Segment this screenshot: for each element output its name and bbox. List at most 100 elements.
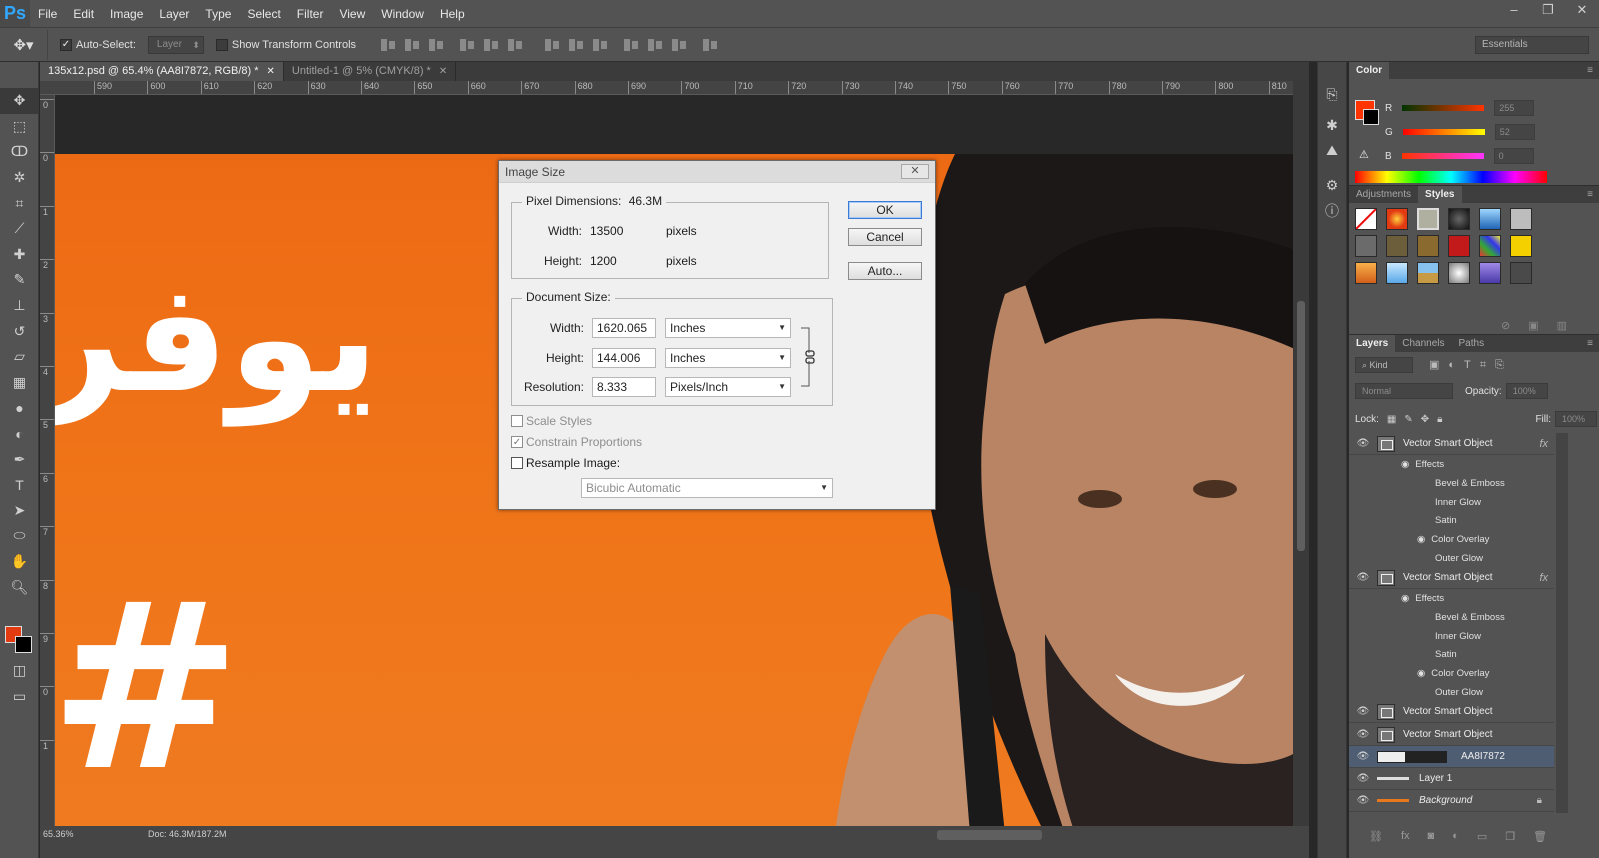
layer-name[interactable]: Vector Smart Object (1403, 729, 1492, 740)
layer-name[interactable]: Vector Smart Object (1403, 706, 1492, 717)
vertical-scrollbar[interactable] (1293, 81, 1309, 826)
move-tool-preset-icon[interactable]: ✥▾ (0, 29, 48, 60)
panel-menu-icon[interactable]: ≡ (1587, 65, 1599, 76)
effect-item[interactable]: Inner Glow (1349, 627, 1554, 646)
crop-tool-icon[interactable]: ⌗ (0, 190, 39, 216)
eye-icon[interactable]: ◉ (1417, 668, 1425, 679)
layer-name[interactable]: Vector Smart Object (1403, 572, 1492, 583)
style-swatch[interactable] (1386, 208, 1408, 230)
effect-item[interactable]: Satin (1349, 645, 1554, 664)
gradient-tool-icon[interactable]: ▦ (0, 370, 39, 396)
visibility-eye-icon[interactable]: 👁︎ (1349, 773, 1377, 784)
resolution-unit-select[interactable]: Pixels/Inch (665, 377, 791, 397)
visibility-eye-icon[interactable]: 👁︎ (1349, 706, 1377, 717)
layer-row[interactable]: 👁︎ Layer 1 (1349, 768, 1554, 790)
fx-icon[interactable]: fx (1539, 438, 1548, 450)
layer-row[interactable]: 👁︎ Background 🔒︎ (1349, 790, 1554, 812)
style-swatch[interactable] (1417, 262, 1439, 284)
tab-channels[interactable]: Channels (1395, 335, 1451, 352)
style-swatch[interactable] (1355, 262, 1377, 284)
distribute-right-icon[interactable] (668, 37, 690, 53)
eye-icon[interactable]: ◉ (1401, 593, 1409, 604)
distribute-top-icon[interactable] (541, 37, 563, 53)
align-top-icon[interactable] (377, 37, 399, 53)
visibility-eye-icon[interactable]: 👁︎ (1349, 795, 1377, 806)
lock-icons[interactable]: ▦✎✥🔒︎ (1387, 414, 1451, 425)
panel-menu-icon[interactable]: ≡ (1587, 189, 1599, 200)
g-slider[interactable] (1402, 129, 1485, 135)
eraser-tool-icon[interactable]: ▱ (0, 344, 39, 370)
style-swatch[interactable] (1417, 208, 1439, 230)
r-slider[interactable] (1402, 105, 1485, 111)
doc-width-input[interactable]: 1620.065 (592, 318, 656, 338)
auto-align-icon[interactable] (699, 37, 721, 53)
layer-name[interactable]: Background (1419, 795, 1472, 806)
visibility-eye-icon[interactable]: 👁︎ (1349, 438, 1377, 449)
scale-styles-checkbox[interactable]: Scale Styles (511, 414, 592, 428)
visibility-eye-icon[interactable]: 👁︎ (1349, 729, 1377, 740)
style-swatch[interactable] (1510, 235, 1532, 257)
resample-method-select[interactable]: Bicubic Automatic (581, 478, 833, 498)
move-tool-icon[interactable]: ✥ (0, 88, 39, 114)
menu-file[interactable]: File (30, 7, 65, 21)
bg-color-chip[interactable] (1363, 109, 1379, 125)
layer-row[interactable]: 👁︎ Vector Smart Object (1349, 701, 1554, 723)
r-value[interactable]: 255 (1494, 100, 1535, 116)
brush-tool-icon[interactable]: ✎ (0, 267, 39, 293)
tab-untitled-1[interactable]: Untitled-1 @ 5% (CMYK/8) * ✕ (284, 62, 457, 81)
path-selection-tool-icon[interactable]: ➤ (0, 498, 39, 524)
distribute-hcenter-icon[interactable] (644, 37, 666, 53)
fill-input[interactable]: 100% (1555, 411, 1597, 427)
layer-filter-icons[interactable]: ▣◐T⌗⎘ (1429, 358, 1513, 372)
resample-image-checkbox[interactable]: Resample Image: (511, 456, 620, 470)
tab-paths[interactable]: Paths (1452, 335, 1492, 352)
style-swatch[interactable] (1510, 208, 1532, 230)
dodge-tool-icon[interactable]: ◐ (0, 421, 39, 447)
new-layer-icon[interactable]: ❐ (1505, 830, 1515, 844)
effect-item[interactable]: Outer Glow (1349, 549, 1554, 568)
link-icon[interactable]: ⛓ (1369, 830, 1383, 844)
distribute-vcenter-icon[interactable] (565, 37, 587, 53)
align-right-icon[interactable] (504, 37, 526, 53)
menu-select[interactable]: Select (239, 7, 288, 21)
auto-select-checkbox[interactable]: ✓ Auto-Select: (60, 38, 136, 51)
distribute-bottom-icon[interactable] (589, 37, 611, 53)
vertical-scroll-thumb[interactable] (1297, 301, 1305, 551)
zoom-level[interactable]: 65.36% (40, 826, 88, 842)
eye-icon[interactable]: ◉ (1401, 459, 1409, 470)
style-swatch[interactable] (1479, 208, 1501, 230)
healing-brush-tool-icon[interactable]: ✚ (0, 242, 39, 268)
effects-row[interactable]: ◉ Effects (1349, 455, 1554, 474)
gamut-warning-icon[interactable]: ⚠ (1359, 148, 1369, 161)
pen-tool-icon[interactable]: ✒ (0, 446, 39, 472)
visibility-eye-icon[interactable]: 👁︎ (1349, 751, 1377, 762)
clone-stamp-tool-icon[interactable]: ⊥ (0, 293, 39, 319)
document-info[interactable]: Doc: 46.3M/187.2M (148, 826, 227, 839)
close-window-button[interactable]: ✕ (1565, 0, 1599, 22)
opacity-input[interactable]: 100% (1505, 383, 1548, 399)
resolution-input[interactable]: 8.333 (592, 377, 656, 397)
dialog-title-bar[interactable]: Image Size ✕ (499, 161, 935, 183)
eye-icon[interactable]: ◉ (1417, 534, 1425, 545)
folder-icon[interactable]: ▭ (1477, 830, 1487, 844)
type-tool-icon[interactable]: T (0, 472, 39, 498)
tab-adjustments[interactable]: Adjustments (1349, 186, 1418, 203)
styles-footer-icons[interactable]: ⊘▣▥ (1501, 319, 1585, 332)
color-swatches[interactable] (5, 626, 33, 654)
tab-135x12[interactable]: 135x12.psd @ 65.4% (AA8I7872, RGB/8) * ✕ (40, 62, 284, 81)
color-spectrum-bar[interactable] (1355, 171, 1547, 183)
dialog-close-button[interactable]: ✕ (901, 164, 929, 179)
restore-button[interactable]: ❐ (1531, 0, 1565, 22)
menu-type[interactable]: Type (197, 7, 239, 21)
clone-source-icon[interactable]: ⛰ (1318, 138, 1346, 163)
layer-row[interactable]: 👁︎ Vector Smart Object (1349, 724, 1554, 746)
effect-item[interactable]: Bevel & Emboss (1349, 608, 1554, 627)
align-vcenter-icon[interactable] (401, 37, 423, 53)
adjustment-icon[interactable]: ◐ (1452, 830, 1459, 844)
style-swatch[interactable] (1448, 208, 1470, 230)
visibility-eye-icon[interactable]: 👁︎ (1349, 572, 1377, 583)
blur-tool-icon[interactable]: ● (0, 395, 39, 421)
hand-tool-icon[interactable]: ✋ (0, 549, 39, 575)
workspace-dropdown[interactable]: Essentials (1475, 36, 1589, 54)
ellipse-tool-icon[interactable]: ⬭ (0, 523, 39, 549)
